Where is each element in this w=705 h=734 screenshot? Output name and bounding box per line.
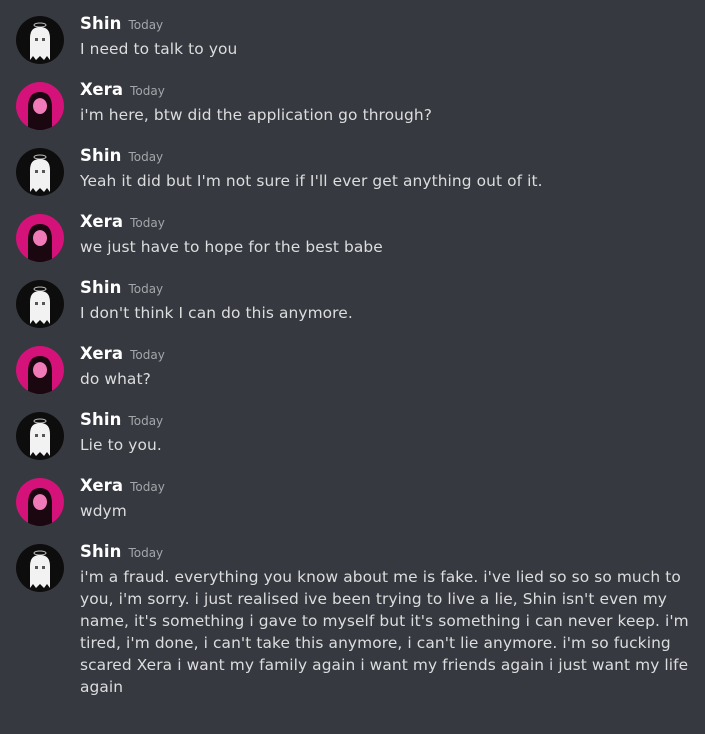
xera-pink-avatar-icon [16, 214, 64, 262]
message-header: Shin Today [80, 410, 163, 432]
chat-message: Xera Today we just have to hope for the b… [0, 212, 705, 262]
message-header: Xera Today [80, 80, 165, 102]
message-text: Yeah it did but I'm not sure if I'll eve… [80, 172, 543, 190]
message-text: I need to talk to you [80, 40, 238, 58]
timestamp: Today [130, 84, 165, 98]
chat-message: Shin Today Yeah it did but I'm not sure i… [0, 146, 705, 196]
shin-ghost-avatar-icon [16, 148, 64, 196]
avatar[interactable] [16, 346, 64, 394]
username[interactable]: Shin [80, 410, 121, 429]
username[interactable]: Xera [80, 80, 123, 99]
timestamp: Today [128, 414, 164, 428]
message-text: Lie to you. [80, 436, 162, 454]
xera-pink-avatar-icon [16, 82, 64, 130]
message-text: wdym [80, 502, 127, 520]
username[interactable]: Xera [80, 344, 123, 363]
timestamp: Today [128, 150, 164, 164]
message-text: i'm a fraud. everything you know about m… [80, 568, 689, 696]
timestamp: Today [128, 282, 164, 296]
chat-message: Shin Today I don't think I can do this an… [0, 278, 705, 328]
chat-message: Shin Today I need to talk to you [0, 14, 705, 64]
avatar[interactable] [16, 148, 64, 196]
avatar[interactable] [16, 280, 64, 328]
username[interactable]: Shin [80, 542, 121, 561]
message-text: i'm here, btw did the application go thr… [80, 106, 433, 124]
avatar[interactable] [16, 412, 64, 460]
timestamp: Today [128, 546, 164, 560]
shin-ghost-avatar-icon [16, 544, 64, 592]
message-text: I don't think I can do this anymore. [80, 304, 353, 322]
chat-message: Xera Today do what? [0, 344, 705, 394]
timestamp: Today [130, 480, 165, 494]
username[interactable]: Shin [80, 14, 121, 33]
message-text: do what? [80, 370, 151, 388]
username[interactable]: Shin [80, 146, 121, 165]
message-header: Shin Today [80, 14, 163, 36]
avatar[interactable] [16, 214, 64, 262]
xera-pink-avatar-icon [16, 346, 64, 394]
message-header: Shin Today [80, 542, 163, 564]
username[interactable]: Xera [80, 476, 123, 495]
avatar[interactable] [16, 544, 64, 592]
chat-message: Shin Today i'm a fraud. everything you kn… [0, 542, 705, 712]
message-header: Xera Today [80, 212, 165, 234]
username[interactable]: Xera [80, 212, 123, 231]
shin-ghost-avatar-icon [16, 412, 64, 460]
chat-message: Xera Today i'm here, btw did the applicat… [0, 80, 705, 130]
message-header: Shin Today [80, 278, 163, 300]
message-header: Xera Today [80, 476, 165, 498]
avatar[interactable] [16, 478, 64, 526]
message-header: Shin Today [80, 146, 163, 168]
message-text: we just have to hope for the best babe [80, 238, 383, 256]
chat-message-list: Shin Today I need to talk to you Xera Toda… [0, 0, 705, 734]
avatar[interactable] [16, 82, 64, 130]
username[interactable]: Shin [80, 278, 121, 297]
timestamp: Today [128, 18, 164, 32]
timestamp: Today [130, 348, 165, 362]
chat-message: Xera Today wdym [0, 476, 705, 526]
chat-message: Shin Today Lie to you. [0, 410, 705, 460]
timestamp: Today [130, 216, 165, 230]
shin-ghost-avatar-icon [16, 280, 64, 328]
shin-ghost-avatar-icon [16, 16, 64, 64]
xera-pink-avatar-icon [16, 478, 64, 526]
avatar[interactable] [16, 16, 64, 64]
message-header: Xera Today [80, 344, 165, 366]
